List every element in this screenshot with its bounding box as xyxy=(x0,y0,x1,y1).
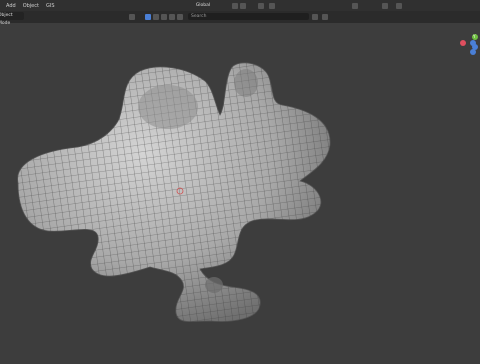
overlay-icon[interactable] xyxy=(322,14,328,20)
select-box-icon[interactable] xyxy=(145,14,151,20)
transform-orientation-label: Global xyxy=(195,3,211,8)
gizmo-x-axis[interactable] xyxy=(460,40,466,46)
viewport-shading-icon[interactable] xyxy=(352,3,358,9)
select-invert-icon[interactable] xyxy=(177,14,183,20)
select-subtract-icon[interactable] xyxy=(161,14,167,20)
pivot-icon[interactable] xyxy=(232,3,238,9)
mesh-cavity-left xyxy=(138,85,198,129)
search-placeholder: Search xyxy=(191,14,207,19)
viewport-toolbar: Object Mode Search Global xyxy=(0,3,480,26)
zoom-icon[interactable] xyxy=(470,40,476,46)
menu-add[interactable]: Add xyxy=(6,3,16,9)
3d-viewport[interactable]: Y xyxy=(0,23,480,360)
solid-shading-icon[interactable] xyxy=(396,3,402,9)
select-extend-icon[interactable] xyxy=(153,14,159,20)
mode-select[interactable]: Object Mode xyxy=(0,12,24,26)
header-menu: Add Object GIS xyxy=(0,3,55,9)
wireframe-shading-icon[interactable] xyxy=(382,3,388,9)
proportional-edit-icon[interactable] xyxy=(269,3,275,9)
snap-settings-icon[interactable] xyxy=(258,3,264,9)
search-input[interactable]: Search xyxy=(188,13,309,20)
sculpt-mesh[interactable] xyxy=(17,62,331,323)
filter-icon[interactable] xyxy=(312,14,318,20)
mesh-cavity-right xyxy=(234,69,258,97)
select-intersect-icon[interactable] xyxy=(169,14,175,20)
transform-orientation[interactable]: Global xyxy=(195,2,211,9)
mesh-cavity-bottom xyxy=(205,277,223,293)
navigation-gizmo[interactable]: Y xyxy=(458,31,478,61)
snap-icon[interactable] xyxy=(240,3,246,9)
menu-object[interactable]: Object xyxy=(23,3,39,9)
transform-icon[interactable] xyxy=(129,14,135,20)
menu-gis[interactable]: GIS xyxy=(46,3,55,9)
pan-icon[interactable] xyxy=(470,49,476,55)
mesh-render xyxy=(17,62,331,323)
gizmo-y-label: Y xyxy=(473,34,476,39)
